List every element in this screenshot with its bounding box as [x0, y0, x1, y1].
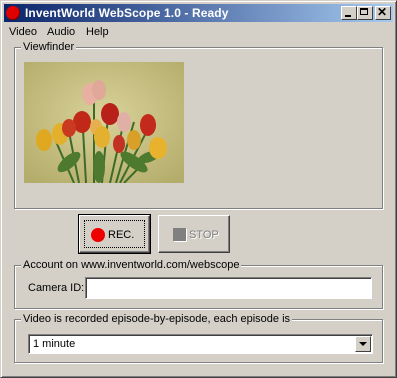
chevron-down-icon [359, 342, 367, 346]
menu-help[interactable]: Help [86, 25, 109, 39]
stop-button[interactable]: STOP [158, 215, 230, 253]
episode-label: Video is recorded episode-by-episode, ea… [21, 313, 293, 325]
maximize-icon [360, 8, 368, 15]
close-button[interactable]: ✕ [375, 5, 391, 20]
record-dot-icon [91, 228, 105, 242]
episode-length-select[interactable]: 1 minute [28, 334, 373, 354]
title-bar[interactable]: InventWorld WebScope 1.0 - Ready ✕ [4, 4, 393, 22]
menu-video[interactable]: Video [9, 25, 37, 39]
record-label: REC. [108, 229, 135, 241]
video-preview [24, 62, 184, 183]
window-title: InventWorld WebScope 1.0 - Ready [25, 6, 229, 20]
app-window: InventWorld WebScope 1.0 - Ready ✕ Video… [0, 0, 397, 378]
maximize-button[interactable] [357, 6, 373, 20]
stop-label: STOP [189, 229, 219, 241]
camera-id-label: Camera ID: [28, 282, 85, 294]
minimize-button[interactable] [341, 6, 357, 20]
record-button[interactable]: REC. [78, 214, 151, 254]
tulips-image [24, 62, 184, 183]
menu-bar: Video Audio Help [4, 23, 393, 41]
episode-group: Video is recorded episode-by-episode, ea… [14, 313, 383, 363]
viewfinder-label: Viewfinder [21, 41, 77, 53]
app-red-circle-icon [6, 6, 20, 20]
account-label: Account on www.inventworld.com/webscope [21, 259, 242, 271]
stop-square-icon [173, 228, 186, 241]
close-icon: ✕ [377, 5, 388, 19]
account-group: Account on www.inventworld.com/webscope … [14, 259, 383, 309]
dropdown-button[interactable] [355, 336, 371, 352]
camera-id-input[interactable] [85, 277, 372, 299]
menu-audio[interactable]: Audio [47, 25, 75, 39]
viewfinder-group: Viewfinder [14, 41, 383, 209]
minimize-icon [345, 15, 351, 17]
episode-length-value: 1 minute [33, 338, 76, 350]
